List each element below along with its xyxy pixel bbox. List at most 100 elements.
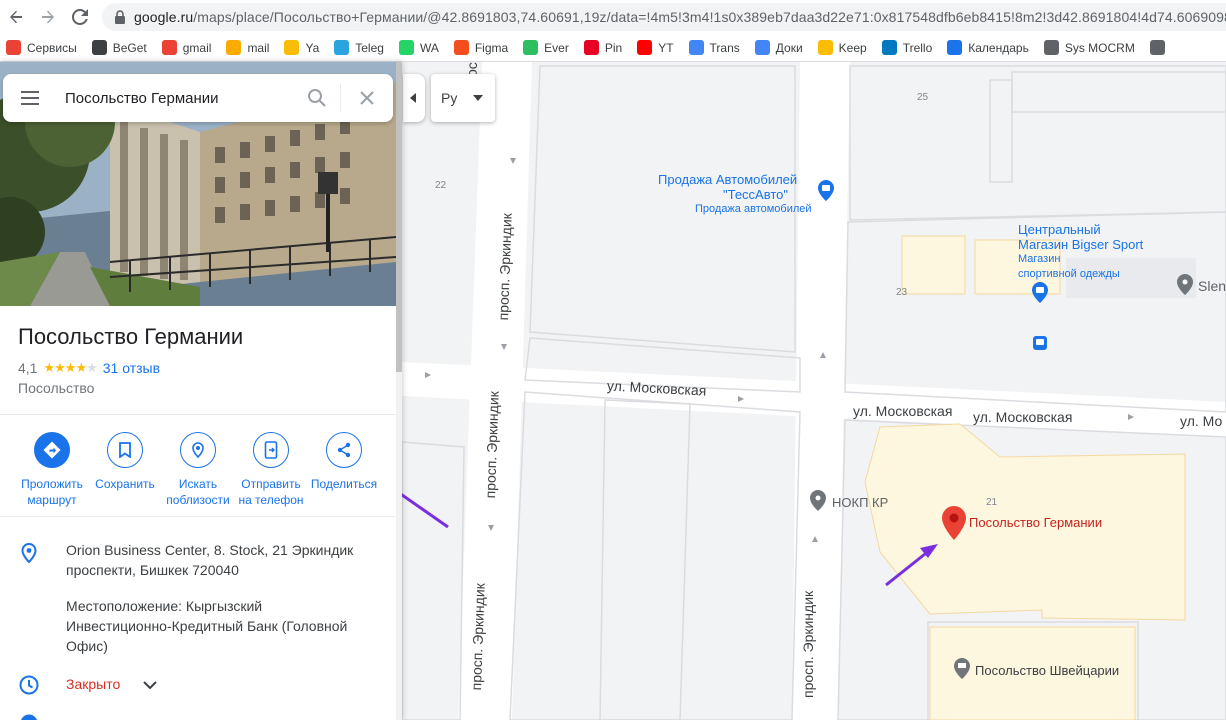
poi-tessavto[interactable]: Продажа Автомобилей "ТессАвто" Продажа а… <box>658 172 812 217</box>
directions-label-1: Проложить <box>21 477 83 491</box>
collapse-panel-button[interactable] <box>403 74 425 122</box>
clear-search-button[interactable] <box>341 90 393 106</box>
save-button[interactable]: Сохранить <box>85 432 165 492</box>
search-button[interactable] <box>294 88 340 108</box>
bookmark-ever[interactable]: Ever <box>523 40 569 55</box>
translate-icon <box>688 40 704 55</box>
mail-icon <box>226 40 242 55</box>
street-label-moskovskaya-2: ул. Московская <box>853 403 953 419</box>
close-icon <box>360 91 374 105</box>
bookmark-keep[interactable]: Keep <box>817 40 867 55</box>
bookmark-gmail[interactable]: gmail <box>161 40 211 55</box>
street-label-moskovskaya-3: ул. Московская <box>973 409 1073 425</box>
reload-icon <box>72 9 88 25</box>
whatsapp-icon <box>398 40 414 55</box>
street-label-erkindik-5: просп. Эркиндик <box>800 590 816 698</box>
bookmark-yt[interactable]: YT <box>637 40 674 55</box>
nearby-circle <box>180 432 216 468</box>
bookmark-label: WA <box>419 40 439 55</box>
panel-scrollbar-thumb[interactable] <box>396 62 402 372</box>
directions-button[interactable]: Проложить маршрут <box>12 432 92 508</box>
poi-swiss-embassy[interactable]: Посольство Швейцарии <box>975 663 1119 678</box>
save-circle <box>107 432 143 468</box>
share-circle <box>326 432 362 468</box>
folder-icon <box>1149 40 1165 55</box>
poi-slen[interactable]: Slen <box>1198 278 1226 294</box>
bookmark-label: Sys MOCRM <box>1064 40 1135 55</box>
location-line-1: Местоположение: Кыргызский <box>66 598 263 614</box>
bookmark-сервисы[interactable]: Сервисы <box>6 40 77 55</box>
reload-button[interactable] <box>64 0 96 34</box>
bigser-poi-marker <box>1032 282 1048 303</box>
bookmark-icon <box>119 442 131 458</box>
bookmark-доки[interactable]: Доки <box>754 40 803 55</box>
bookmark-label: mail <box>247 40 270 55</box>
layer-selector-button[interactable]: Рy <box>431 74 495 122</box>
search-input[interactable]: Посольство Германии <box>57 90 294 107</box>
bookmark-wa[interactable]: WA <box>398 40 439 55</box>
action-buttons: Проложить маршрут Сохранить Искать поблизо… <box>0 432 396 512</box>
poi-bigser-sport[interactable]: Центральный Магазин Bigser Sport Магазин… <box>1018 222 1143 282</box>
bookmark-label: Figma <box>474 40 509 55</box>
poi-tessavto-line3: Продажа автомобилей <box>695 203 812 215</box>
globe-icon <box>21 714 37 720</box>
poi-bigser-line3: Магазин <box>1018 253 1061 265</box>
bookmark-folder[interactable] <box>1149 40 1171 55</box>
share-label: Поделиться <box>310 477 378 491</box>
bookmark-trans[interactable]: Trans <box>688 40 740 55</box>
calendar-icon <box>947 40 963 55</box>
address-bar[interactable]: google.ru/maps/place/Посольство+Германии… <box>102 3 1226 31</box>
nearby-label-1: Искать <box>178 477 218 491</box>
location-line-2: Инвестиционно-Кредитный Банк (Головной <box>66 618 348 634</box>
address-line-2: проспекти, Бишкек 720040 <box>66 562 239 578</box>
send-to-phone-label-1: Отправить <box>241 477 301 491</box>
location-line-3: Офис) <box>66 638 108 654</box>
hamburger-menu-icon <box>21 91 39 105</box>
bookmark-label: Ya <box>305 40 320 55</box>
send-to-phone-button[interactable]: Отправить на телефон <box>231 432 311 508</box>
url-path: /maps/place/Посольство+Германии/@42.8691… <box>193 9 1226 25</box>
bookmark-label: Pin <box>604 40 623 55</box>
hours-status: Закрыто <box>66 676 121 692</box>
bookmark-календарь[interactable]: Календарь <box>947 40 1029 55</box>
bookmark-ya[interactable]: Ya <box>284 40 319 55</box>
layer-selector-label: Рy <box>441 90 458 106</box>
bookmark-teleg[interactable]: Teleg <box>334 40 384 55</box>
nearby-button[interactable]: Искать поблизости <box>158 432 238 508</box>
caret-down-icon <box>473 95 484 101</box>
rating-row: 4,1 ★★★★★ 31 отзыв <box>18 360 160 376</box>
forward-button[interactable] <box>32 0 64 34</box>
bookmark-sys-mocrm[interactable]: Sys MOCRM <box>1043 40 1135 55</box>
poi-german-embassy[interactable]: Посольство Германии <box>969 515 1102 530</box>
url-host: google.ru <box>133 9 194 25</box>
bookmark-label: Сервисы <box>27 40 77 55</box>
building-number-23: 23 <box>896 287 908 298</box>
evernote-icon <box>523 40 539 55</box>
back-button[interactable] <box>0 0 32 34</box>
place-category[interactable]: Посольство <box>18 380 94 396</box>
address-line-1: Orion Business Center, 8. Stock, 21 Эрки… <box>66 542 354 558</box>
bookmark-beget[interactable]: BeGet <box>91 40 147 55</box>
bookmark-figma[interactable]: Figma <box>453 40 509 55</box>
chevron-down-icon[interactable] <box>143 680 157 690</box>
arrow-right-icon <box>42 10 54 24</box>
share-button[interactable]: Поделиться <box>304 432 384 492</box>
sysmocrm-icon <box>1043 40 1059 55</box>
directions-label-2: маршрут <box>27 493 77 507</box>
rating-stars: ★★★★★ <box>43 360 97 376</box>
menu-button[interactable] <box>3 91 57 105</box>
search-icon <box>308 89 326 107</box>
save-label: Сохранить <box>95 477 155 491</box>
nearby-icon <box>192 442 204 459</box>
rating-value: 4,1 <box>18 360 38 376</box>
bookmark-pin[interactable]: Pin <box>583 40 623 55</box>
star-icon: ★ <box>54 360 66 375</box>
poi-nokp[interactable]: НОКП КР <box>832 495 888 510</box>
building-number-21: 21 <box>986 497 998 508</box>
reviews-link[interactable]: 31 отзыв <box>103 360 160 376</box>
bookmarks-bar: Сервисы BeGet gmail mail Ya Teleg WA Figma Ever P… <box>0 34 1226 62</box>
bookmark-label: BeGet <box>112 40 147 55</box>
panel-scrollbar[interactable] <box>396 62 402 720</box>
bookmark-mail[interactable]: mail <box>226 40 269 55</box>
bookmark-trello[interactable]: Trello <box>881 40 932 55</box>
